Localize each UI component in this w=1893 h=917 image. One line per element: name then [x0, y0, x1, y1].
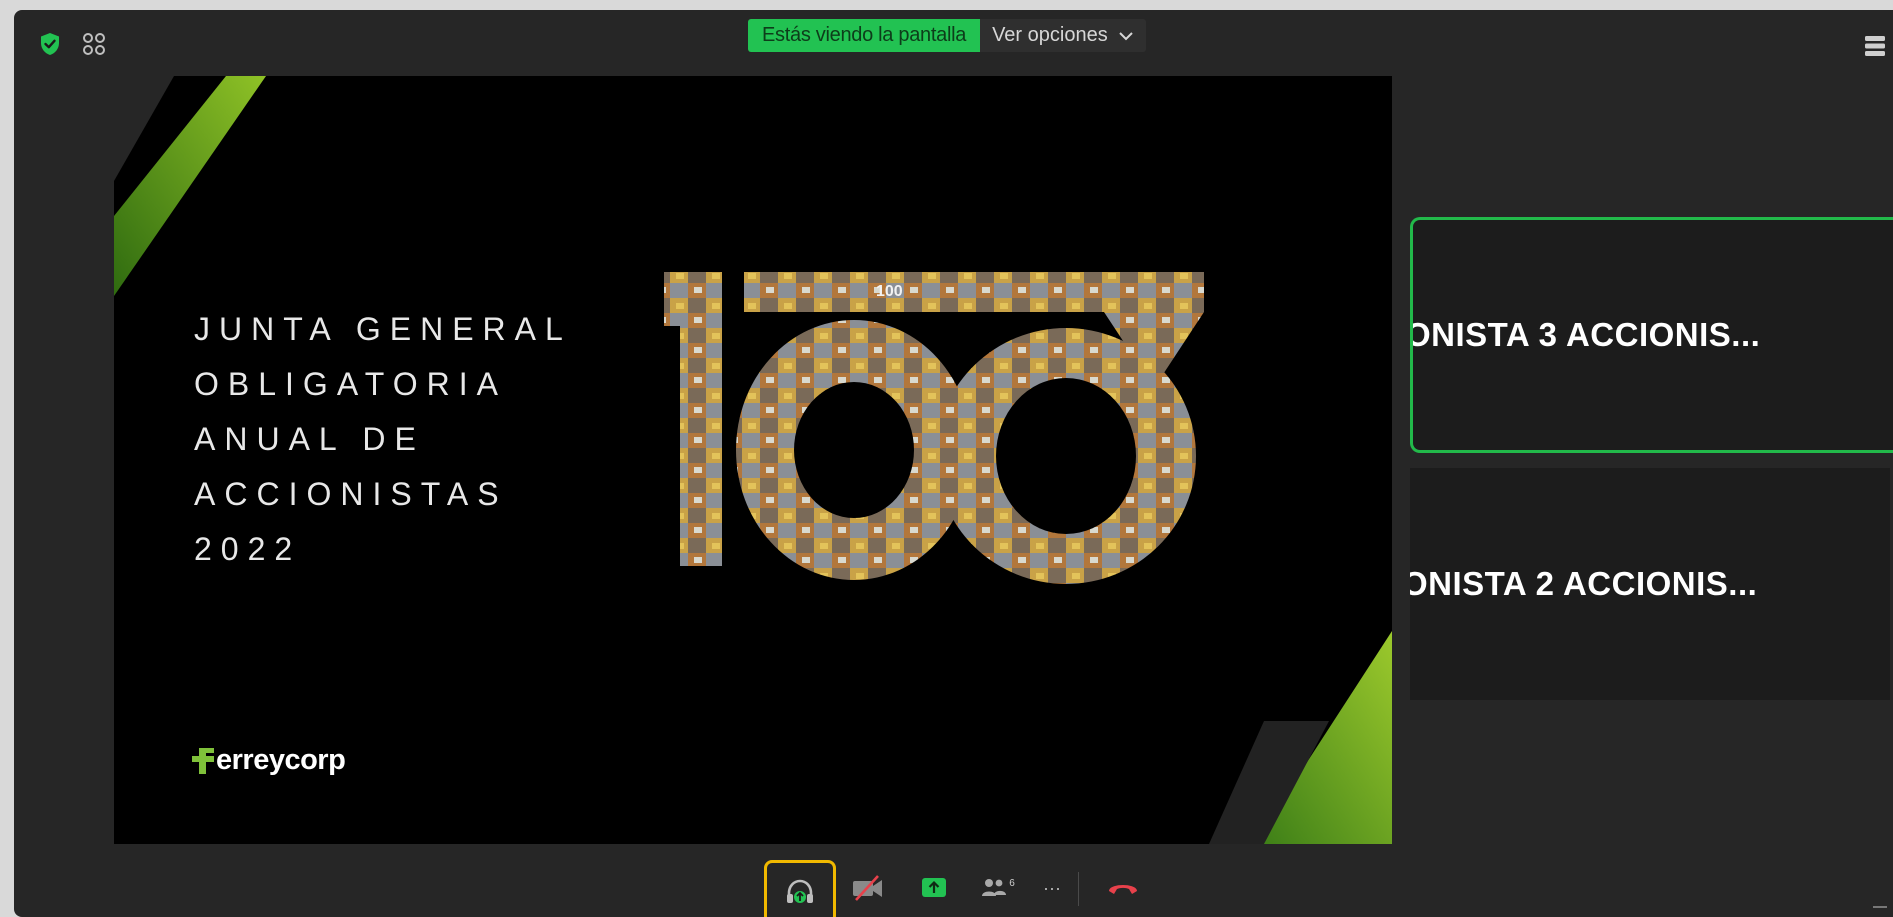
hang-up-icon	[1109, 885, 1137, 894]
more-icon: ···	[1043, 877, 1061, 898]
meeting-window: Estás viendo la pantalla Ver opciones JU…	[14, 10, 1893, 917]
title-line: 2022	[194, 531, 302, 567]
title-line: OBLIGATORIA	[194, 366, 507, 402]
resize-handle[interactable]	[1873, 906, 1887, 908]
chevron-down-icon	[1118, 31, 1133, 40]
title-line: ANUAL DE	[194, 421, 425, 457]
participant-name: ONISTA 2 ACCIONIS...	[1410, 565, 1758, 602]
title-line: JUNTA GENERAL	[194, 311, 572, 347]
centennial-text: 100	[876, 283, 903, 300]
more-options-button[interactable]: ···	[1034, 858, 1070, 917]
meeting-toolbar: 6 ···	[14, 858, 1893, 917]
brand-mark-icon	[192, 747, 214, 774]
view-options-dropdown[interactable]: Ver opciones	[980, 19, 1146, 52]
slide-title: JUNTA GENERAL OBLIGATORIA ANUAL DE ACCIO…	[194, 302, 572, 577]
centennial-100-logo: 100	[664, 272, 1204, 584]
view-options-label: Ver opciones	[992, 24, 1108, 46]
participants-button[interactable]: 6	[974, 858, 1022, 917]
screen-share-banner: Estás viendo la pantalla Ver opciones	[748, 19, 1146, 52]
layout-menu-icon[interactable]	[1863, 34, 1887, 58]
share-screen-button[interactable]	[910, 858, 958, 917]
brand-name: erreycorp	[216, 744, 346, 776]
share-screen-icon	[922, 878, 946, 897]
toolbar-divider	[1078, 872, 1079, 906]
video-button[interactable]	[840, 858, 896, 917]
leave-call-button[interactable]	[1098, 858, 1148, 917]
audio-button[interactable]	[764, 860, 836, 917]
participant-count: 6	[1009, 877, 1015, 889]
shared-screen: JUNTA GENERAL OBLIGATORIA ANUAL DE ACCIO…	[114, 76, 1392, 844]
headphones-icon	[787, 879, 813, 903]
participants-icon	[982, 879, 1007, 896]
camera-off-icon	[853, 875, 882, 901]
participant-tile-active[interactable]: ONISTA 3 ACCIONIS...	[1410, 217, 1893, 453]
gallery-view-icon[interactable]	[82, 32, 106, 56]
participant-name: ONISTA 3 ACCIONIS...	[1410, 316, 1761, 353]
participant-tile[interactable]: ONISTA 2 ACCIONIS...	[1410, 468, 1890, 700]
ferreycorp-logo: erreycorp	[192, 744, 346, 777]
title-line: ACCIONISTAS	[194, 476, 508, 512]
share-status-label: Estás viendo la pantalla	[748, 19, 981, 52]
security-shield-icon[interactable]	[38, 32, 62, 56]
